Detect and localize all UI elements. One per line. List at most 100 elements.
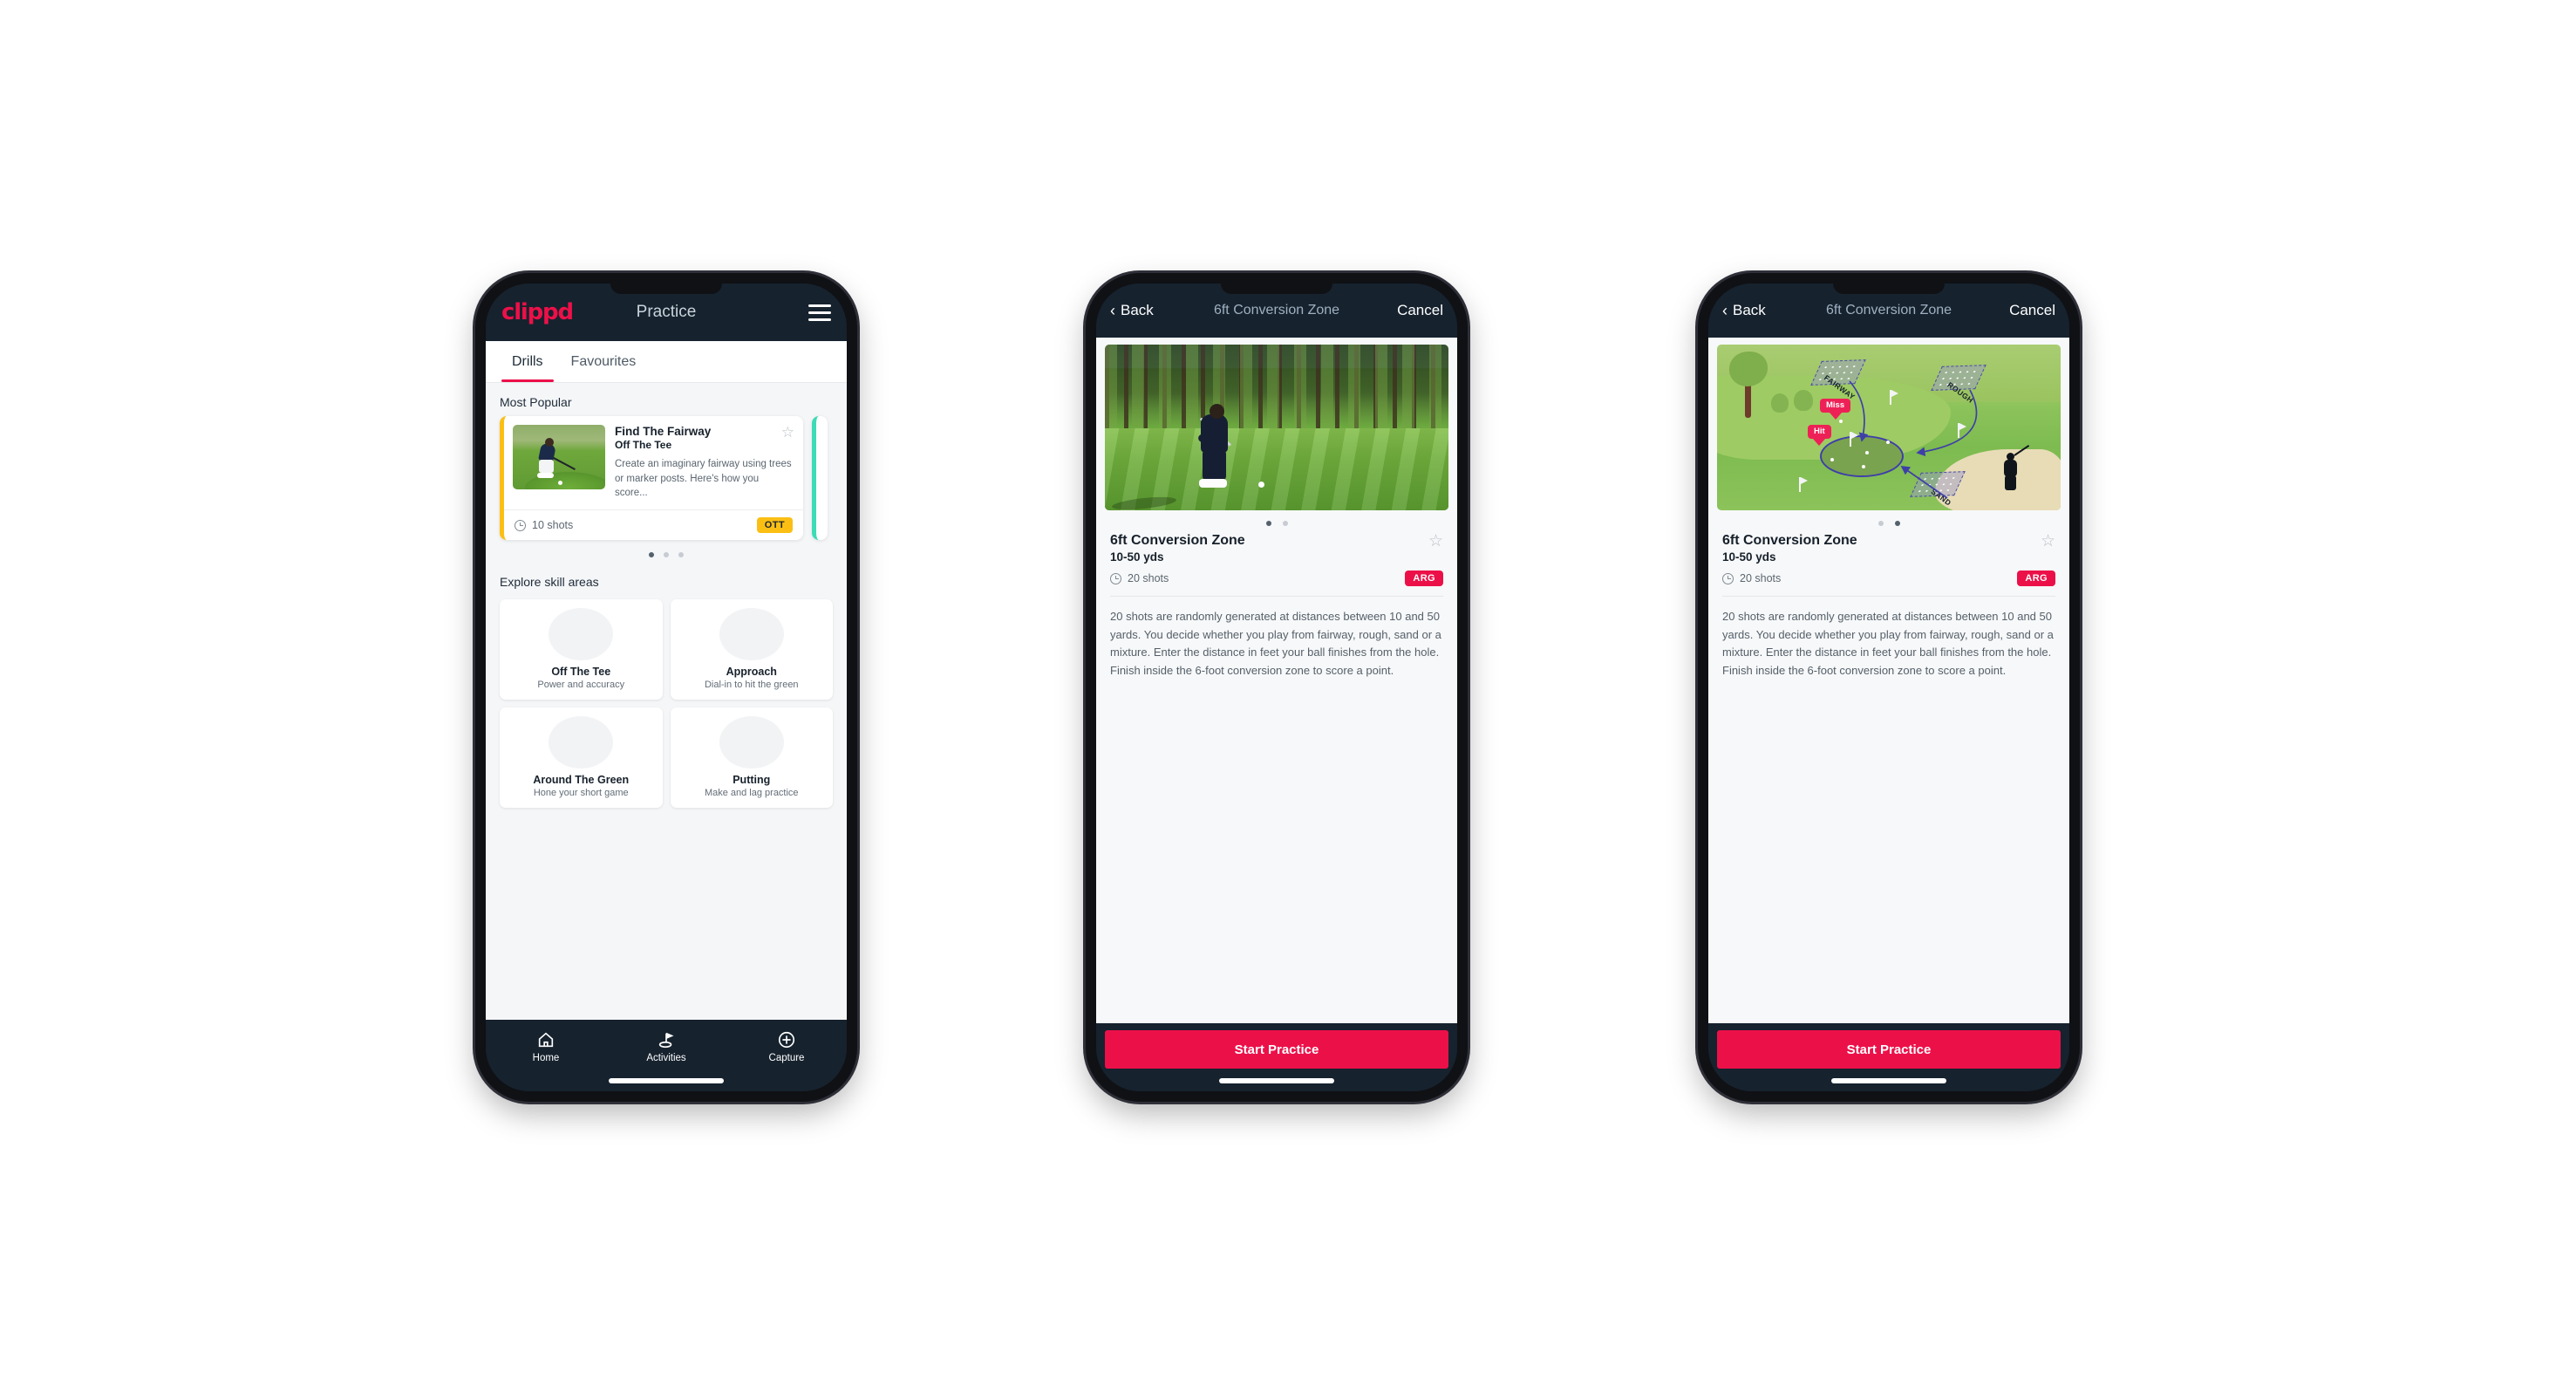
drill-card-find-the-fairway[interactable]: Find The Fairway Off The Tee ☆ Create an…	[500, 416, 803, 541]
drill-footer: 10 shots OTT	[504, 509, 803, 540]
star-outline-icon[interactable]: ☆	[1428, 533, 1443, 550]
carousel-dot-1[interactable]	[649, 552, 654, 558]
drill-title: 6ft Conversion Zone	[1110, 533, 1245, 548]
clock-icon	[1722, 572, 1734, 584]
golf-flag-icon	[606, 1029, 726, 1050]
drill-hero-diagram[interactable]: FAIRWAY ROUGH SAND Miss Hit	[1717, 345, 2061, 510]
drill-carousel[interactable]: Find The Fairway Off The Tee ☆ Create an…	[486, 416, 847, 541]
most-popular-heading: Most Popular	[500, 395, 572, 409]
drill-distance: 10-50 yds	[1110, 550, 1164, 564]
cancel-button[interactable]: Cancel	[2009, 302, 2055, 319]
drill-description: 20 shots are randomly generated at dista…	[1722, 610, 2054, 677]
skill-tagline: Dial-in to hit the green	[704, 680, 799, 691]
home-icon	[486, 1029, 606, 1050]
drill-description: 20 shots are randomly generated at dista…	[1110, 610, 1441, 677]
back-label: Back	[1733, 302, 1766, 318]
tab-favourites[interactable]: Favourites	[557, 341, 651, 382]
around-green-icon	[549, 716, 614, 769]
tee-fan-icon	[549, 608, 614, 661]
clippd-logo[interactable]: clippd	[501, 299, 574, 325]
back-button[interactable]: ‹ Back	[1722, 302, 1766, 319]
home-indicator	[1831, 1078, 1946, 1083]
drill-shots-count: 20 shots	[1740, 572, 1782, 584]
chevron-left-icon: ‹	[1722, 302, 1728, 319]
nav-item-home[interactable]: Home	[486, 1029, 606, 1063]
skill-tagline: Hone your short game	[533, 788, 629, 799]
explore-skill-areas-heading: Explore skill areas	[500, 575, 599, 590]
drill-thumbnail	[513, 425, 605, 489]
nav-label: Activities	[646, 1053, 686, 1063]
drill-card-next-peek[interactable]	[812, 416, 828, 541]
phone-notch	[1833, 284, 1945, 294]
back-label: Back	[1121, 302, 1154, 318]
skill-name: Approach	[726, 666, 777, 679]
skill-card-putting[interactable]: Putting Make and lag practice	[670, 707, 833, 809]
screenshot-stage: clippd Practice Drills Favourites Most P…	[0, 0, 2576, 1387]
drill-description: Create an imaginary fairway using trees …	[615, 459, 792, 499]
home-indicator	[609, 1078, 724, 1083]
drill-detail-content: 6ft Conversion Zone 10-50 yds ☆ 20 shots…	[1096, 338, 1457, 1023]
approach-green-icon	[719, 608, 784, 661]
carousel-dot-3[interactable]	[678, 552, 684, 558]
cancel-button[interactable]: Cancel	[1397, 302, 1443, 319]
phone-notch	[1221, 284, 1332, 294]
golfer-in-bunker	[2000, 444, 2030, 491]
clock-icon	[1110, 572, 1121, 584]
skill-card-off-the-tee[interactable]: Off The Tee Power and accuracy	[500, 599, 663, 700]
hamburger-menu-icon[interactable]	[808, 304, 831, 321]
tab-bar: Drills Favourites	[486, 341, 847, 383]
nav-label: Home	[532, 1053, 560, 1063]
nav-item-activities[interactable]: Activities	[606, 1029, 726, 1063]
chevron-left-icon: ‹	[1110, 302, 1115, 319]
carousel-pagination[interactable]	[486, 540, 847, 563]
drill-skill-area: Off The Tee	[615, 439, 672, 451]
drill-distance: 10-50 yds	[1722, 550, 1776, 564]
skill-badge-arg: ARG	[1405, 571, 1443, 586]
nav-label: Capture	[768, 1053, 805, 1063]
hero-pagination[interactable]	[1105, 510, 1448, 533]
skill-tagline: Power and accuracy	[537, 680, 625, 691]
nav-item-capture[interactable]: Capture	[726, 1029, 847, 1063]
drill-title: Find The Fairway	[615, 425, 712, 438]
carousel-dot-2[interactable]	[664, 552, 669, 558]
hero-dot-1[interactable]	[1877, 521, 1884, 526]
drill-shots-count: 10 shots	[532, 519, 574, 532]
hero-pagination[interactable]	[1717, 510, 2061, 533]
hero-dot-2[interactable]	[1894, 521, 1900, 526]
hero-dot-2[interactable]	[1282, 521, 1288, 526]
hero-dot-1[interactable]	[1265, 521, 1271, 526]
skill-tagline: Make and lag practice	[704, 788, 799, 799]
home-indicator	[1219, 1078, 1334, 1083]
tree-line	[1105, 345, 1448, 428]
plus-circle-icon	[726, 1029, 847, 1050]
phone-practice-list: clippd Practice Drills Favourites Most P…	[475, 273, 857, 1102]
drill-shots-count: 20 shots	[1128, 572, 1169, 584]
skill-name: Off The Tee	[551, 666, 611, 679]
start-practice-button[interactable]: Start Practice	[1105, 1030, 1448, 1069]
back-button[interactable]: ‹ Back	[1110, 302, 1154, 319]
phone-notch	[610, 284, 722, 294]
practice-content: Most Popular Find The Fairway Off The Te…	[486, 383, 847, 1020]
skill-name: Around The Green	[533, 774, 630, 787]
drill-detail-content: FAIRWAY ROUGH SAND Miss Hit 6ft Conversi…	[1708, 338, 2069, 1023]
drill-hero-photo[interactable]	[1105, 345, 1448, 510]
golfer-figure	[1189, 402, 1246, 493]
clock-icon	[515, 519, 526, 531]
skill-card-around-the-green[interactable]: Around The Green Hone your short game	[500, 707, 663, 809]
drill-header: 6ft Conversion Zone 10-50 yds ☆ 20 shots…	[1105, 533, 1448, 586]
skill-card-approach[interactable]: Approach Dial-in to hit the green	[670, 599, 833, 700]
drill-title: 6ft Conversion Zone	[1722, 533, 1857, 548]
phone-drill-detail-diagram: ‹ Back 6ft Conversion Zone Cancel FAIRWA…	[1698, 273, 2080, 1102]
phone-drill-detail-photo: ‹ Back 6ft Conversion Zone Cancel 6ft Co…	[1086, 273, 1468, 1102]
tab-drills[interactable]: Drills	[498, 341, 557, 382]
skill-areas-grid: Off The Tee Power and accuracy Approach …	[486, 596, 847, 809]
skill-name: Putting	[733, 774, 771, 787]
drill-header: 6ft Conversion Zone 10-50 yds ☆ 20 shots…	[1717, 533, 2061, 586]
golfer-illustration	[535, 437, 576, 482]
skill-badge-ott: OTT	[756, 517, 793, 534]
skill-badge-arg: ARG	[2017, 571, 2055, 586]
star-outline-icon[interactable]: ☆	[781, 425, 794, 440]
start-practice-button[interactable]: Start Practice	[1717, 1030, 2061, 1069]
putting-rings-icon	[719, 716, 784, 769]
star-outline-icon[interactable]: ☆	[2041, 533, 2055, 550]
